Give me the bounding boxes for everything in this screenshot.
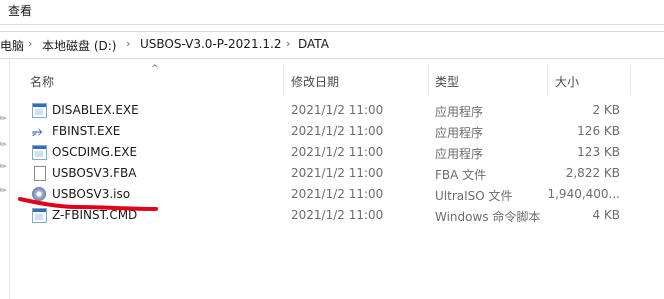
file-size: 1,940,400... xyxy=(547,187,620,201)
file-size: 2 KB xyxy=(592,103,620,117)
file-type: FBA 文件 xyxy=(435,168,487,182)
breadcrumb-item-drive[interactable]: 本地磁盘 (D:) xyxy=(42,37,116,54)
application-icon xyxy=(32,145,47,160)
usb-icon: ⭈ xyxy=(32,124,43,139)
column-divider[interactable] xyxy=(283,65,284,95)
column-header-name[interactable]: 名称 xyxy=(30,73,54,90)
file-name[interactable]: FBINST.EXE xyxy=(52,124,120,138)
breadcrumb-chevron-icon[interactable]: › xyxy=(28,37,32,50)
file-type: 应用程序 xyxy=(435,105,484,119)
breadcrumb-chevron-icon[interactable]: › xyxy=(286,37,290,50)
file-type: Windows 命令脚本 xyxy=(435,210,541,224)
ribbon-divider xyxy=(0,24,664,25)
file-name[interactable]: DISABLEX.EXE xyxy=(52,103,139,117)
file-modified: 2021/1/2 11:00 xyxy=(291,124,384,138)
file-modified: 2021/1/2 11:00 xyxy=(291,166,384,180)
file-icon xyxy=(34,166,46,181)
file-modified: 2021/1/2 11:00 xyxy=(291,103,384,117)
breadcrumb-item-pc[interactable]: 电脑 xyxy=(0,37,24,54)
column-header-size[interactable]: 大小 xyxy=(555,73,579,90)
file-modified: 2021/1/2 11:00 xyxy=(291,208,384,222)
file-modified: 2021/1/2 11:00 xyxy=(291,145,384,159)
file-type: 应用程序 xyxy=(435,147,484,161)
navigation-pane-divider xyxy=(9,60,10,299)
file-size: 126 KB xyxy=(577,124,620,138)
breadcrumb-item-current[interactable]: DATA xyxy=(298,37,329,51)
ribbon-tab-view[interactable]: 查看 xyxy=(8,2,32,19)
column-header-type[interactable]: 类型 xyxy=(435,73,459,90)
annotation-underline xyxy=(18,197,158,211)
column-header-modified[interactable]: 修改日期 xyxy=(291,73,339,90)
file-size: 2,822 KB xyxy=(565,166,620,180)
file-name[interactable]: USBOSV3.FBA xyxy=(52,166,137,180)
sort-ascending-icon: ^ xyxy=(151,64,159,74)
column-divider[interactable] xyxy=(547,65,548,95)
file-name[interactable]: OSCDIMG.EXE xyxy=(52,145,137,159)
column-divider[interactable] xyxy=(630,65,631,95)
file-type: 应用程序 xyxy=(435,126,484,140)
file-type: UltraISO 文件 xyxy=(435,189,513,203)
file-size: 4 KB xyxy=(592,208,620,222)
application-icon xyxy=(32,103,47,118)
breadcrumb-item-folder[interactable]: USBOS-V3.0-P-2021.1.2 xyxy=(140,37,281,51)
breadcrumb-chevron-icon[interactable]: › xyxy=(126,37,130,50)
file-modified: 2021/1/2 11:00 xyxy=(291,187,384,201)
column-divider[interactable] xyxy=(428,65,429,95)
file-size: 123 KB xyxy=(577,145,620,159)
